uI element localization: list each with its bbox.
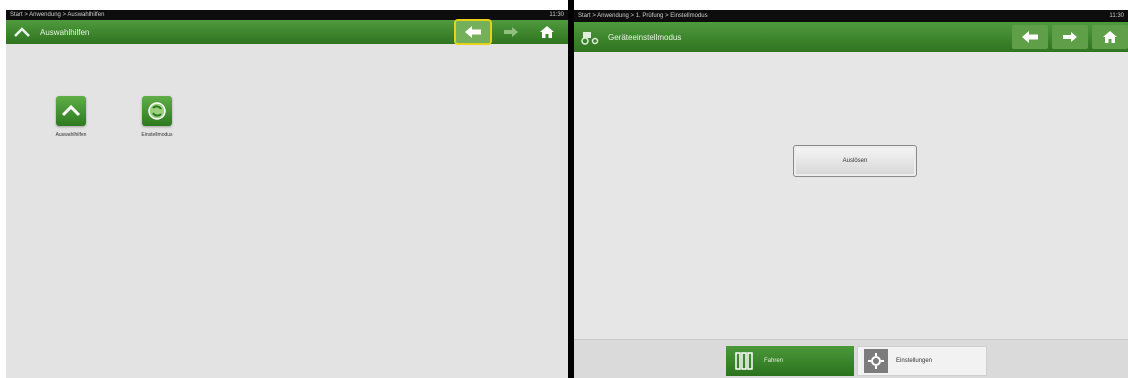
tab-label: Einstellungen [896,358,933,364]
steering-panel-icon [732,349,756,373]
home-button[interactable] [1092,25,1128,49]
left-screen: Start > Anwendung > Auswahlhilfen 11:30 … [6,10,568,378]
back-button[interactable] [454,19,492,45]
arrow-left-icon [1022,31,1038,43]
arrow-left-icon [465,26,481,38]
settings-icon [864,349,888,373]
tractor-icon [580,30,600,45]
home-icon [1103,31,1117,43]
arrow-right-icon [1063,32,1077,42]
home-button[interactable] [530,21,564,43]
status-bar: Start > Anwendung > Auswahlhilfen 11:30 [6,10,568,20]
bottom-tab-bar: Fahren Einstellungen [574,339,1128,378]
right-screen: Start > Anwendung > 1. Prüfung > Einstel… [574,10,1128,378]
tab-einstellungen[interactable]: Einstellungen [857,346,987,376]
recycle-icon [142,96,172,126]
chevron-up-icon [56,96,86,126]
launcher-auswahlhilfen[interactable]: Auswahlhilfen [41,96,101,138]
top-white-border [6,0,568,10]
page-title: Auswahlhilfen [40,27,90,37]
tab-fahren[interactable]: Fahren [726,346,854,376]
title-bar: Geräteeinstellmodus [574,22,1128,52]
arrow-right-icon [504,27,518,37]
content-area [574,52,1128,340]
launcher-label: Auswahlhilfen [55,132,87,138]
status-breadcrumb: Start > Anwendung > 1. Prüfung > Einstel… [578,13,708,19]
tab-label: Fahren [764,358,784,364]
action-button[interactable]: Auslösen [793,145,917,177]
home-icon [540,26,554,38]
status-time: 11:30 [1109,13,1124,19]
back-button[interactable] [1012,25,1048,49]
page-title: Geräteeinstellmodus [608,32,682,42]
status-time: 11:30 [549,12,564,18]
status-breadcrumb: Start > Anwendung > Auswahlhilfen [10,12,105,18]
launcher-label: Einstellmodus [141,132,173,138]
forward-button[interactable] [1052,25,1088,49]
forward-button[interactable] [494,21,528,43]
title-bar: Auswahlhilfen [6,19,568,45]
chevron-up-icon [12,25,32,39]
launcher-einstellmodus[interactable]: Einstellmodus [127,96,187,138]
status-bar: Start > Anwendung > 1. Prüfung > Einstel… [574,10,1128,22]
